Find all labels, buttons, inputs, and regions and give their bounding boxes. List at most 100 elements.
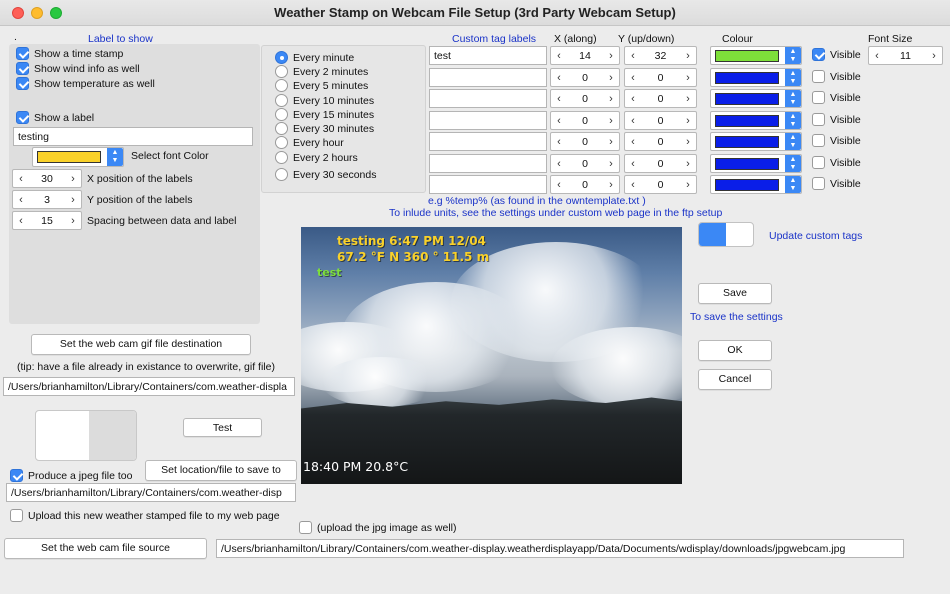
tag-colour-picker[interactable]: ▲ ▼	[710, 154, 802, 173]
decrement-icon[interactable]: ‹	[628, 136, 638, 148]
interval-option[interactable]: Every hour	[275, 136, 344, 149]
decrement-icon[interactable]: ‹	[554, 136, 564, 148]
checkbox-icon[interactable]	[16, 77, 29, 90]
interval-option[interactable]: Every 2 minutes	[275, 65, 368, 78]
radio-icon[interactable]	[275, 65, 288, 78]
decrement-icon[interactable]: ‹	[554, 72, 564, 84]
tag-x-stepper[interactable]: ‹ 0 ›	[550, 175, 620, 194]
increment-icon[interactable]: ›	[606, 179, 616, 191]
tag-x-stepper[interactable]: ‹ 0 ›	[550, 89, 620, 108]
checkbox-icon[interactable]	[812, 134, 825, 147]
tag-visible-check[interactable]: Visible	[812, 91, 861, 104]
tag-colour-picker[interactable]: ▲ ▼	[710, 68, 802, 87]
increment-icon[interactable]: ›	[683, 115, 693, 127]
radio-icon[interactable]	[275, 136, 288, 149]
radio-icon[interactable]	[275, 168, 288, 181]
increment-icon[interactable]: ›	[683, 72, 693, 84]
tag-label-input[interactable]	[429, 68, 547, 87]
decrement-icon[interactable]: ‹	[628, 115, 638, 127]
popup-chevron-icon[interactable]: ▲ ▼	[107, 148, 123, 166]
tag-visible-check[interactable]: Visible	[812, 156, 861, 169]
radio-icon[interactable]	[275, 79, 288, 92]
tag-y-stepper[interactable]: ‹ 32 ›	[624, 46, 697, 65]
tag-visible-check[interactable]: Visible	[812, 134, 861, 147]
decrement-icon[interactable]: ‹	[872, 50, 882, 62]
tag-x-stepper[interactable]: ‹ 0 ›	[550, 68, 620, 87]
decrement-icon[interactable]: ‹	[628, 72, 638, 84]
checkbox-icon[interactable]	[10, 509, 23, 522]
checkbox-icon[interactable]	[16, 111, 29, 124]
popup-chevron-icon[interactable]: ▲ ▼	[785, 155, 801, 172]
tag-label-input[interactable]	[429, 89, 547, 108]
decrement-icon[interactable]: ‹	[554, 50, 564, 62]
radio-icon[interactable]	[275, 151, 288, 164]
decrement-icon[interactable]: ‹	[628, 179, 638, 191]
set-webcam-source-button[interactable]: Set the web cam file source	[4, 538, 207, 559]
decrement-icon[interactable]: ‹	[554, 115, 564, 127]
tag-visible-check[interactable]: Visible	[812, 70, 861, 83]
tag-colour-picker[interactable]: ▲ ▼	[710, 111, 802, 130]
tag-visible-check[interactable]: Visible	[812, 177, 861, 190]
checkbox-icon[interactable]	[812, 70, 825, 83]
radio-icon[interactable]	[275, 122, 288, 135]
tag-y-stepper[interactable]: ‹ 0 ›	[624, 154, 697, 173]
tag-visible-check[interactable]: Visible	[812, 113, 861, 126]
increment-icon[interactable]: ›	[929, 50, 939, 62]
decrement-icon[interactable]: ‹	[554, 179, 564, 191]
tag-x-stepper[interactable]: ‹ 0 ›	[550, 154, 620, 173]
cancel-button[interactable]: Cancel	[698, 369, 772, 390]
popup-chevron-icon[interactable]: ▲ ▼	[785, 47, 801, 64]
produce-jpeg-check[interactable]: Produce a jpeg file too	[10, 469, 133, 482]
label-text-input[interactable]: testing	[13, 127, 253, 146]
jpeg-path-field[interactable]: /Users/brianhamilton/Library/Containers/…	[6, 483, 296, 502]
tag-label-input[interactable]	[429, 154, 547, 173]
update-custom-tags-toggle[interactable]	[698, 222, 754, 247]
tag-y-stepper[interactable]: ‹ 0 ›	[624, 132, 697, 151]
checkbox-icon[interactable]	[16, 47, 29, 60]
x-position-stepper[interactable]: ‹ 30 ›	[12, 169, 82, 188]
decrement-icon[interactable]: ‹	[628, 158, 638, 170]
radio-icon[interactable]	[275, 108, 288, 121]
popup-chevron-icon[interactable]: ▲ ▼	[785, 69, 801, 86]
tag-y-stepper[interactable]: ‹ 0 ›	[624, 68, 697, 87]
interval-option[interactable]: Every 2 hours	[275, 151, 358, 164]
decrement-icon[interactable]: ‹	[554, 93, 564, 105]
radio-icon[interactable]	[275, 51, 288, 64]
set-gif-destination-button[interactable]: Set the web cam gif file destination	[31, 334, 251, 355]
source-path-field[interactable]: /Users/brianhamilton/Library/Containers/…	[216, 539, 904, 558]
tag-label-input[interactable]	[429, 132, 547, 151]
tag-colour-picker[interactable]: ▲ ▼	[710, 132, 802, 151]
tag-colour-picker[interactable]: ▲ ▼	[710, 46, 802, 65]
decrement-icon[interactable]: ‹	[628, 50, 638, 62]
checkbox-icon[interactable]	[16, 62, 29, 75]
font-color-picker[interactable]: ▲ ▼	[32, 147, 124, 167]
increment-icon[interactable]: ›	[606, 136, 616, 148]
font-size-stepper[interactable]: ‹ 11 ›	[868, 46, 943, 65]
interval-option[interactable]: Every 15 minutes	[275, 108, 374, 121]
tag-y-stepper[interactable]: ‹ 0 ›	[624, 89, 697, 108]
upload-jpg-check[interactable]: (upload the jpg image as well)	[299, 521, 457, 534]
upload-check[interactable]: Upload this new weather stamped file to …	[10, 509, 280, 522]
show-time-stamp-check[interactable]: Show a time stamp	[16, 47, 123, 60]
webcam-toggle[interactable]	[35, 410, 137, 461]
popup-chevron-icon[interactable]: ▲ ▼	[785, 90, 801, 107]
show-temperature-check[interactable]: Show temperature as well	[16, 77, 155, 90]
increment-icon[interactable]: ›	[683, 136, 693, 148]
popup-chevron-icon[interactable]: ▲ ▼	[785, 176, 801, 193]
checkbox-icon[interactable]	[812, 48, 825, 61]
tag-colour-picker[interactable]: ▲ ▼	[710, 175, 802, 194]
tag-x-stepper[interactable]: ‹ 14 ›	[550, 46, 620, 65]
increment-icon[interactable]: ›	[606, 72, 616, 84]
increment-icon[interactable]: ›	[68, 194, 78, 206]
checkbox-icon[interactable]	[812, 113, 825, 126]
tag-label-input[interactable]: test	[429, 46, 547, 65]
increment-icon[interactable]: ›	[606, 50, 616, 62]
tag-label-input[interactable]	[429, 111, 547, 130]
checkbox-icon[interactable]	[812, 91, 825, 104]
increment-icon[interactable]: ›	[606, 93, 616, 105]
save-button[interactable]: Save	[698, 283, 772, 304]
tag-y-stepper[interactable]: ‹ 0 ›	[624, 111, 697, 130]
spacing-stepper[interactable]: ‹ 15 ›	[12, 211, 82, 230]
increment-icon[interactable]: ›	[683, 158, 693, 170]
tag-visible-check[interactable]: Visible	[812, 48, 861, 61]
